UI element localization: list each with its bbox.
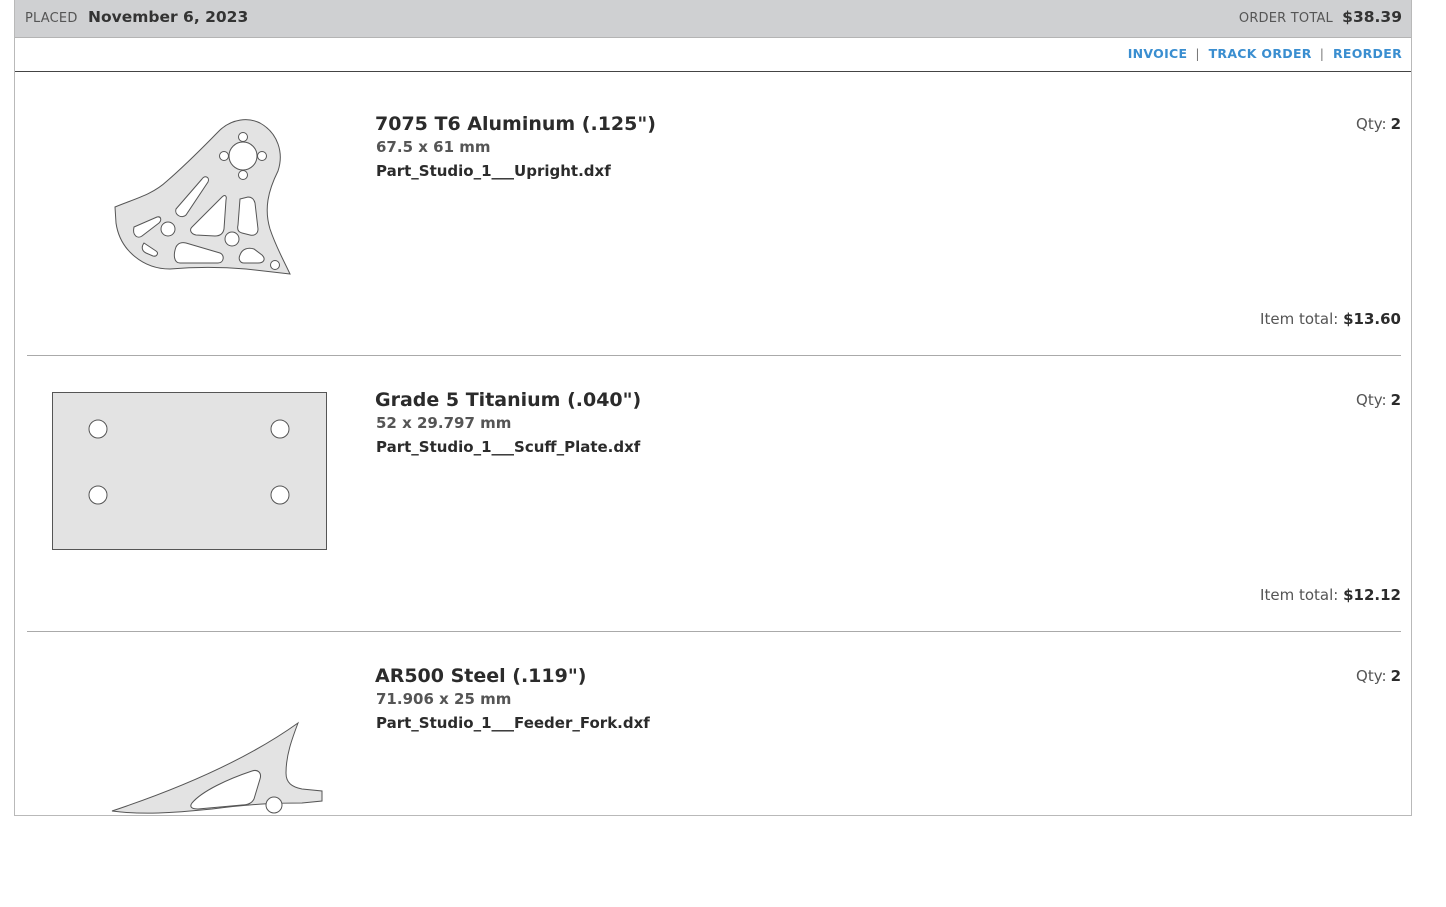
item-dimensions: 52 x 29.797 mm: [376, 414, 512, 432]
order-actions-bar: INVOICE | TRACK ORDER | REORDER: [15, 38, 1411, 72]
qty-value: 2: [1390, 391, 1401, 409]
item-material: AR500 Steel (.119"): [375, 665, 587, 687]
order-total-value: $38.39: [1342, 8, 1402, 26]
part-thumbnail: [52, 392, 327, 550]
item-dimensions: 71.906 x 25 mm: [376, 690, 512, 708]
order-header: PLACED November 6, 2023 ORDER TOTAL $38.…: [15, 0, 1411, 38]
item-total: Item total: $12.12: [1260, 586, 1401, 604]
item-material: 7075 T6 Aluminum (.125"): [375, 113, 656, 135]
item-quantity: Qty: 2: [1356, 115, 1401, 133]
feeder-fork-drawing-icon[interactable]: [52, 651, 342, 851]
order-item: AR500 Steel (.119") 71.906 x 25 mm Part_…: [27, 631, 1401, 907]
item-quantity: Qty: 2: [1356, 391, 1401, 409]
order-item: Grade 5 Titanium (.040") 52 x 29.797 mm …: [27, 355, 1401, 632]
item-total: Item total: $13.60: [1260, 310, 1401, 328]
part-thumbnail: [111, 721, 323, 814]
item-total-label: Item total:: [1260, 310, 1339, 328]
order-item: 7075 T6 Aluminum (.125") 67.5 x 61 mm Pa…: [27, 79, 1401, 356]
qty-value: 2: [1390, 115, 1401, 133]
invoice-link[interactable]: INVOICE: [1128, 46, 1188, 61]
order-total-label: ORDER TOTAL: [1238, 11, 1333, 26]
item-filename: Part_Studio_1___Upright.dxf: [376, 162, 611, 180]
item-total-value: $12.12: [1343, 586, 1401, 604]
order-card: PLACED November 6, 2023 ORDER TOTAL $38.…: [14, 0, 1412, 816]
track-order-link[interactable]: TRACK ORDER: [1209, 46, 1312, 61]
qty-label: Qty:: [1356, 391, 1387, 409]
item-filename: Part_Studio_1___Feeder_Fork.dxf: [376, 714, 650, 732]
action-separator: |: [1195, 46, 1200, 61]
qty-label: Qty:: [1356, 667, 1387, 685]
item-dimensions: 67.5 x 61 mm: [376, 138, 491, 156]
item-quantity: Qty: 2: [1356, 667, 1401, 685]
item-material: Grade 5 Titanium (.040"): [375, 389, 642, 411]
order-actions: INVOICE | TRACK ORDER | REORDER: [1128, 46, 1402, 61]
reorder-link[interactable]: REORDER: [1333, 46, 1402, 61]
scuff-plate-drawing-icon[interactable]: [52, 375, 342, 575]
item-filename: Part_Studio_1___Scuff_Plate.dxf: [376, 438, 641, 456]
qty-label: Qty:: [1356, 115, 1387, 133]
placed-date: November 6, 2023: [88, 8, 249, 26]
qty-value: 2: [1390, 667, 1401, 685]
action-separator: |: [1319, 46, 1324, 61]
item-total-value: $13.60: [1343, 310, 1401, 328]
item-total-label: Item total:: [1260, 586, 1339, 604]
upright-part-drawing-icon[interactable]: [52, 99, 342, 299]
part-thumbnail: [114, 119, 291, 275]
placed-label: PLACED: [25, 11, 78, 26]
